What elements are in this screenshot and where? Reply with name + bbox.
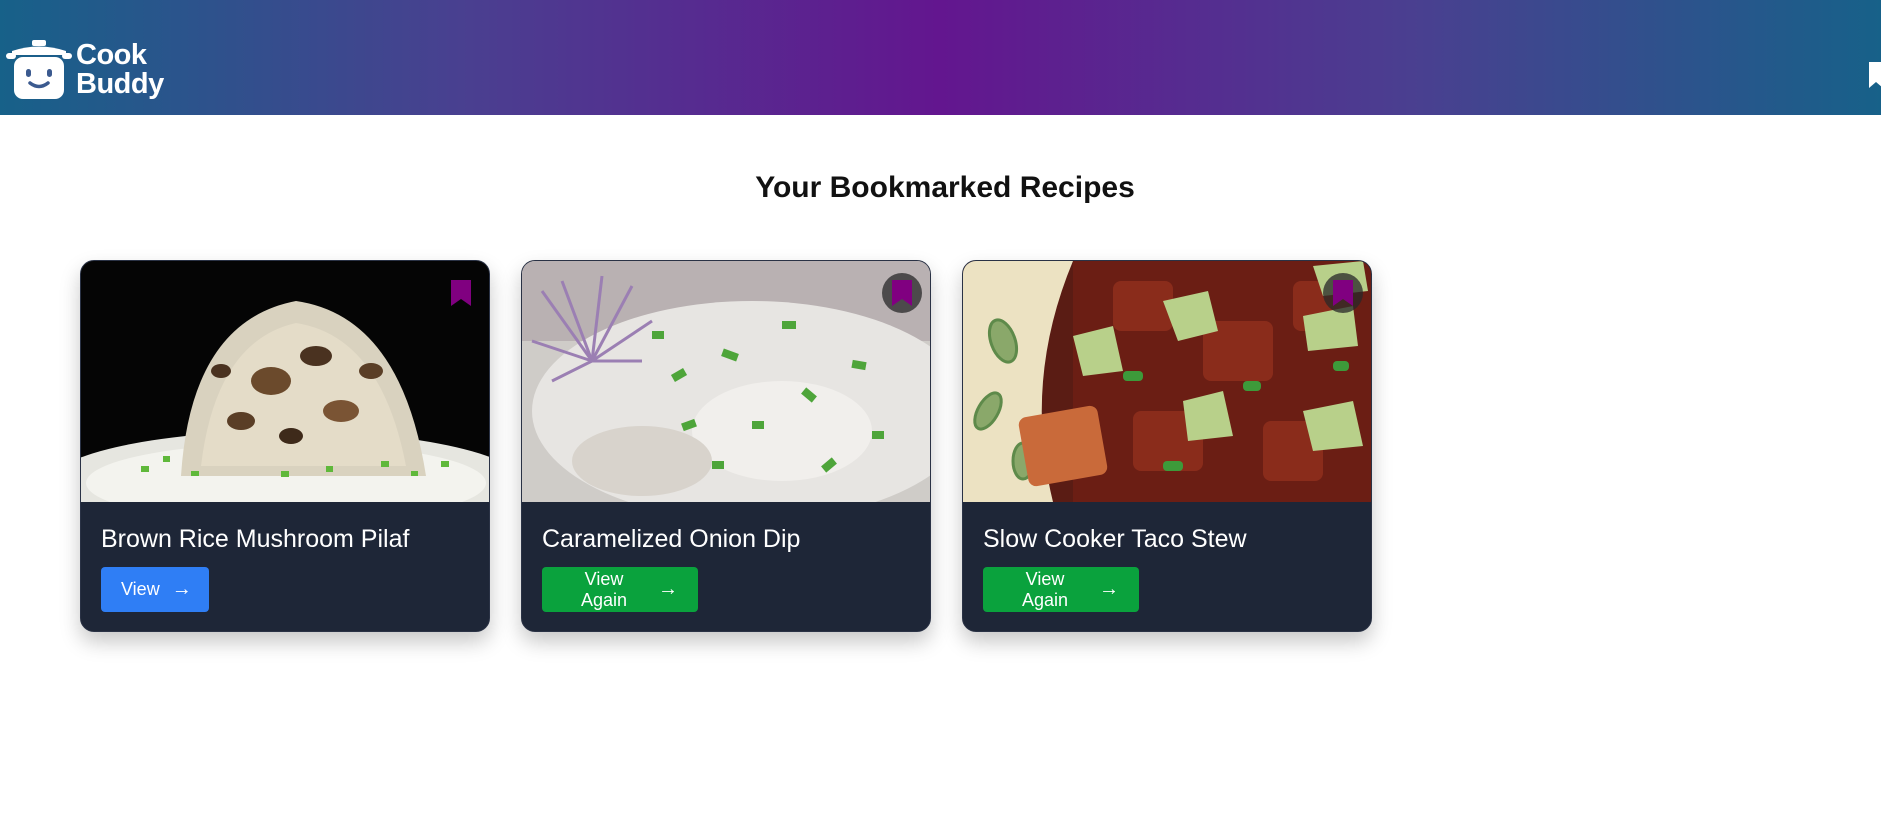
bookmark-icon — [451, 280, 471, 306]
recipe-card: Caramelized Onion Dip View Again → — [521, 260, 931, 632]
logo-text: Cook Buddy — [76, 41, 164, 99]
logo-line-1: Cook — [76, 39, 147, 71]
page-title: Your Bookmarked Recipes — [755, 171, 1135, 204]
pot-face-icon — [6, 40, 72, 99]
bookmarks-nav-icon[interactable] — [1869, 62, 1881, 93]
recipe-image-mushroom-pilaf[interactable] — [81, 261, 489, 502]
recipe-title: Caramelized Onion Dip — [542, 525, 801, 553]
button-label: View Again — [580, 568, 628, 610]
bookmark-toggle[interactable] — [882, 273, 922, 313]
recipe-card: Brown Rice Mushroom Pilaf View → — [80, 260, 490, 632]
bookmark-toggle[interactable] — [441, 273, 481, 313]
bookmark-toggle[interactable] — [1323, 273, 1363, 313]
cookbuddy-logo[interactable]: Cook Buddy — [6, 38, 164, 102]
recipe-title: Slow Cooker Taco Stew — [983, 525, 1247, 553]
view-recipe-button[interactable]: View → — [101, 567, 209, 612]
bookmark-icon — [1333, 280, 1353, 306]
top-header: Cook Buddy — [0, 0, 1881, 115]
recipe-image-onion-dip[interactable] — [522, 261, 930, 502]
view-again-button[interactable]: View Again → — [542, 567, 698, 612]
button-label: View Again — [1021, 568, 1069, 610]
recipe-title: Brown Rice Mushroom Pilaf — [101, 525, 410, 553]
bookmark-icon — [892, 280, 912, 306]
recipe-image-taco-stew[interactable] — [963, 261, 1371, 502]
recipe-card: Slow Cooker Taco Stew View Again → — [962, 260, 1372, 632]
arrow-right-icon: → — [171, 578, 192, 600]
recipe-card-list: Brown Rice Mushroom Pilaf View → Caramel… — [80, 260, 1372, 632]
arrow-right-icon: → — [1099, 578, 1119, 600]
button-label: View — [121, 579, 160, 599]
arrow-right-icon: → — [658, 578, 678, 600]
view-again-button[interactable]: View Again → — [983, 567, 1139, 612]
logo-line-2: Buddy — [76, 68, 164, 100]
